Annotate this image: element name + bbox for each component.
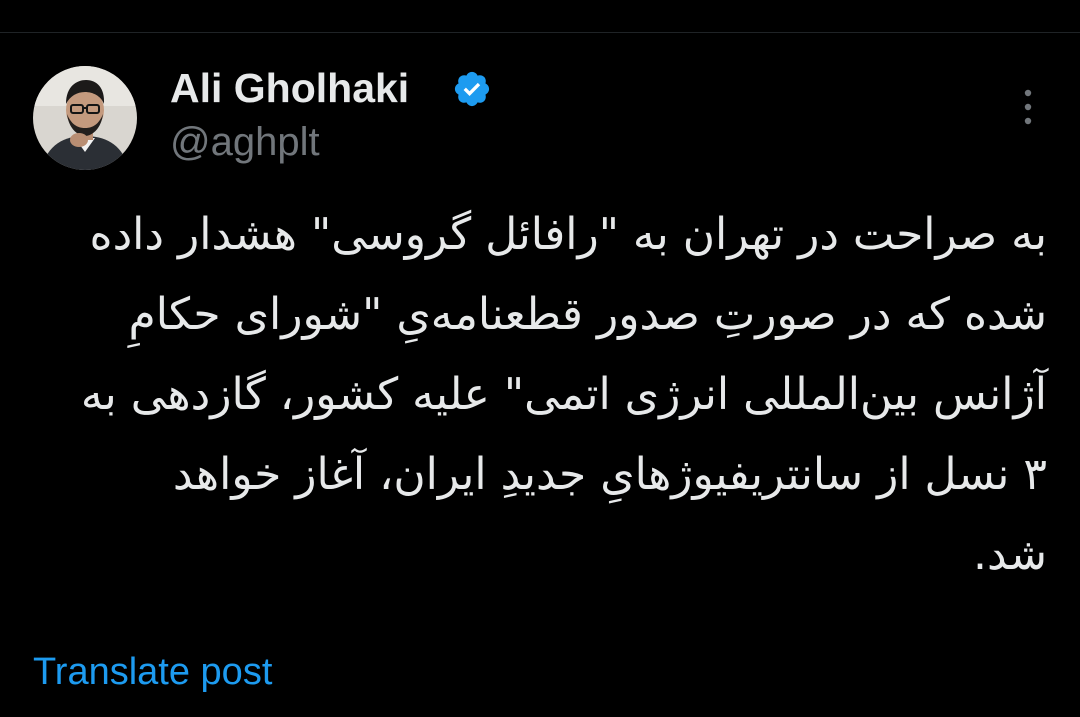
post-text: به صراحت در تهران به "رافائل گروسی" هشدا…	[80, 209, 1047, 580]
author-display-name[interactable]: Ali Gholhaki	[170, 63, 409, 113]
tweet-post: Ali Gholhaki @aghplt به صراحت در تهران ب…	[0, 33, 1080, 717]
verified-badge-icon	[454, 71, 490, 107]
avatar-photo-icon	[33, 66, 137, 170]
translate-post-link[interactable]: Translate post	[33, 649, 272, 695]
author-avatar[interactable]	[33, 66, 137, 170]
more-vertical-icon	[1024, 89, 1032, 125]
author-handle[interactable]: @aghplt	[170, 117, 320, 167]
more-options-button[interactable]	[1008, 85, 1048, 129]
